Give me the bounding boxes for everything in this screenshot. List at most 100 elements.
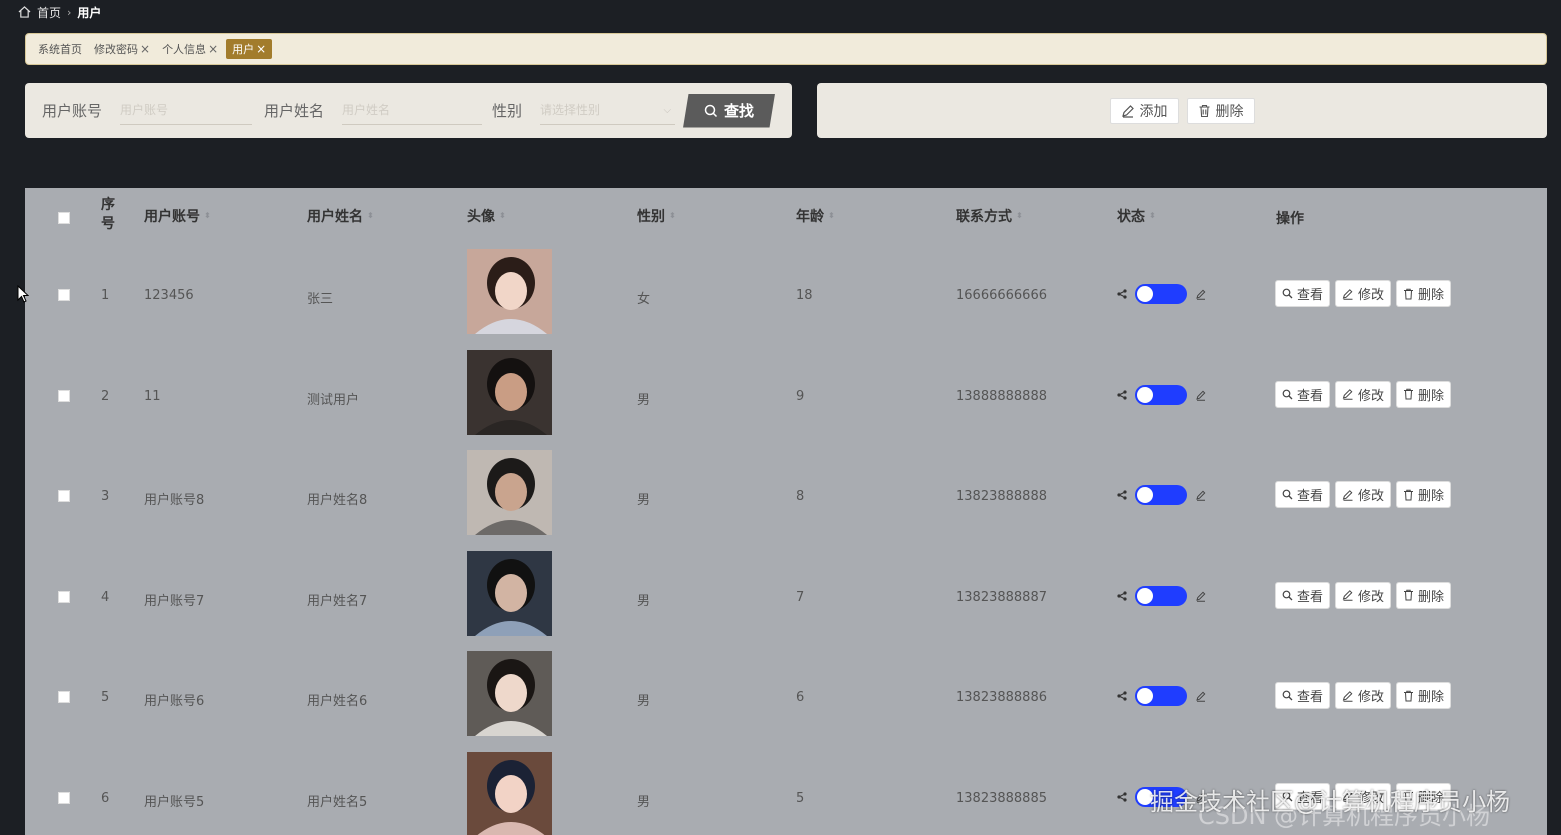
- account-search-input[interactable]: [120, 96, 253, 125]
- sort-icon[interactable]: ⬍: [828, 212, 835, 220]
- edit-icon: [1121, 104, 1134, 118]
- edit-icon: [1342, 288, 1353, 300]
- share-icon[interactable]: [1117, 289, 1127, 299]
- close-icon[interactable]: ×: [140, 42, 150, 56]
- sort-icon[interactable]: ⬍: [1149, 212, 1156, 220]
- header-gender[interactable]: 性别 ⬍: [637, 206, 676, 226]
- row-checkbox[interactable]: [58, 691, 70, 703]
- row-checkbox[interactable]: [58, 590, 70, 603]
- watermark-front: 掘金技术社区@计算机程序员小杨: [1150, 788, 1510, 816]
- pencil-icon[interactable]: [1195, 489, 1207, 501]
- avatar[interactable]: [467, 651, 552, 736]
- view-button[interactable]: 查看: [1275, 481, 1331, 508]
- avatar[interactable]: [467, 450, 552, 535]
- view-button-label: 查看: [1297, 388, 1324, 404]
- avatar-image: [467, 249, 552, 334]
- header-age[interactable]: 年龄 ⬍: [796, 206, 835, 226]
- tag-item[interactable]: 修改密码 ×: [90, 39, 154, 59]
- view-button[interactable]: 查看: [1275, 280, 1331, 307]
- delete-button[interactable]: 删除: [1396, 581, 1452, 609]
- tag-item[interactable]: 用户 ×: [226, 39, 273, 59]
- trash-icon: [1404, 690, 1414, 701]
- header-avatar[interactable]: 头像 ⬍: [467, 206, 506, 226]
- view-button[interactable]: 查看: [1275, 380, 1331, 408]
- edit-button-label: 修改: [1358, 288, 1385, 303]
- delete-button[interactable]: 删除: [1396, 481, 1452, 508]
- status-toggle[interactable]: [1135, 384, 1187, 405]
- row-index: 5: [101, 690, 110, 705]
- header-status[interactable]: 状态 ⬍: [1117, 206, 1156, 226]
- row-checkbox[interactable]: [58, 289, 70, 301]
- gender-select-input[interactable]: [540, 96, 676, 125]
- row-checkbox[interactable]: [58, 389, 70, 402]
- sort-icon[interactable]: ⬍: [669, 212, 676, 220]
- avatar[interactable]: [467, 249, 552, 334]
- header-name[interactable]: 用户姓名 ⬍: [307, 206, 374, 226]
- status-toggle[interactable]: [1135, 485, 1187, 505]
- view-button[interactable]: 查看: [1275, 581, 1331, 609]
- pencil-icon[interactable]: [1195, 590, 1207, 602]
- name-search-input[interactable]: [342, 96, 483, 125]
- add-button[interactable]: 添加: [1109, 97, 1179, 124]
- close-icon[interactable]: ×: [208, 42, 218, 56]
- row-name: 测试用户: [307, 392, 360, 408]
- row-phone: 16666666666: [956, 288, 1047, 303]
- pencil-icon[interactable]: [1195, 288, 1207, 300]
- delete-button[interactable]: 删除: [1396, 280, 1452, 307]
- delete-button[interactable]: 删除: [1396, 682, 1452, 709]
- row-name: 用户姓名6: [307, 694, 368, 709]
- sort-icon[interactable]: ⬍: [367, 212, 374, 220]
- find-button-label: 查找: [724, 102, 755, 120]
- delete-selected-label: 删除: [1215, 103, 1244, 120]
- avatar[interactable]: [467, 550, 552, 636]
- delete-button-label: 删除: [1418, 589, 1445, 605]
- edit-button[interactable]: 修改: [1335, 682, 1392, 709]
- home-icon[interactable]: [18, 6, 31, 18]
- row-index: 2: [101, 388, 110, 404]
- delete-button-label: 删除: [1418, 388, 1445, 404]
- sort-icon[interactable]: ⬍: [499, 212, 506, 220]
- avatar-image: [467, 751, 552, 835]
- tag-item[interactable]: 系统首页: [34, 39, 86, 59]
- status-toggle[interactable]: [1135, 686, 1187, 706]
- sort-icon[interactable]: ⬍: [1016, 212, 1023, 220]
- share-icon[interactable]: [1117, 791, 1127, 802]
- avatar[interactable]: [467, 751, 552, 835]
- pencil-icon[interactable]: [1195, 389, 1207, 401]
- find-button[interactable]: 查找: [683, 93, 776, 128]
- view-button[interactable]: 查看: [1275, 682, 1331, 709]
- delete-button[interactable]: 删除: [1396, 380, 1452, 408]
- tag-label: 个人信息: [162, 43, 207, 56]
- close-icon[interactable]: ×: [256, 42, 266, 56]
- row-phone: 13823888885: [956, 790, 1047, 806]
- delete-selected-button[interactable]: 删除: [1186, 97, 1255, 124]
- gender-select[interactable]: ⌵: [540, 96, 676, 125]
- breadcrumb-home[interactable]: 首页: [37, 4, 61, 21]
- add-button-label: 添加: [1139, 103, 1168, 120]
- edit-button-label: 修改: [1358, 589, 1385, 605]
- row-index: 1: [101, 288, 110, 303]
- row-status: [1117, 485, 1207, 505]
- status-toggle[interactable]: [1135, 284, 1187, 304]
- edit-button[interactable]: 修改: [1335, 581, 1392, 609]
- tag-item[interactable]: 个人信息 ×: [158, 39, 222, 59]
- row-account: 123456: [144, 288, 194, 303]
- row-checkbox[interactable]: [58, 490, 70, 502]
- share-icon[interactable]: [1117, 691, 1127, 701]
- toggle-knob: [1137, 587, 1153, 604]
- share-icon[interactable]: [1117, 490, 1127, 500]
- edit-button[interactable]: 修改: [1335, 481, 1392, 508]
- edit-button[interactable]: 修改: [1335, 280, 1392, 307]
- share-icon[interactable]: [1117, 590, 1127, 601]
- row-checkbox[interactable]: [58, 791, 70, 804]
- sort-icon[interactable]: ⬍: [204, 212, 211, 220]
- select-all-checkbox[interactable]: [58, 212, 70, 224]
- header-phone[interactable]: 联系方式 ⬍: [956, 206, 1023, 226]
- header-account[interactable]: 用户账号 ⬍: [144, 206, 211, 226]
- share-icon[interactable]: [1117, 389, 1127, 400]
- trash-icon: [1199, 104, 1209, 117]
- status-toggle[interactable]: [1135, 585, 1187, 606]
- avatar[interactable]: [467, 349, 552, 435]
- edit-button[interactable]: 修改: [1335, 380, 1392, 408]
- pencil-icon[interactable]: [1195, 690, 1207, 702]
